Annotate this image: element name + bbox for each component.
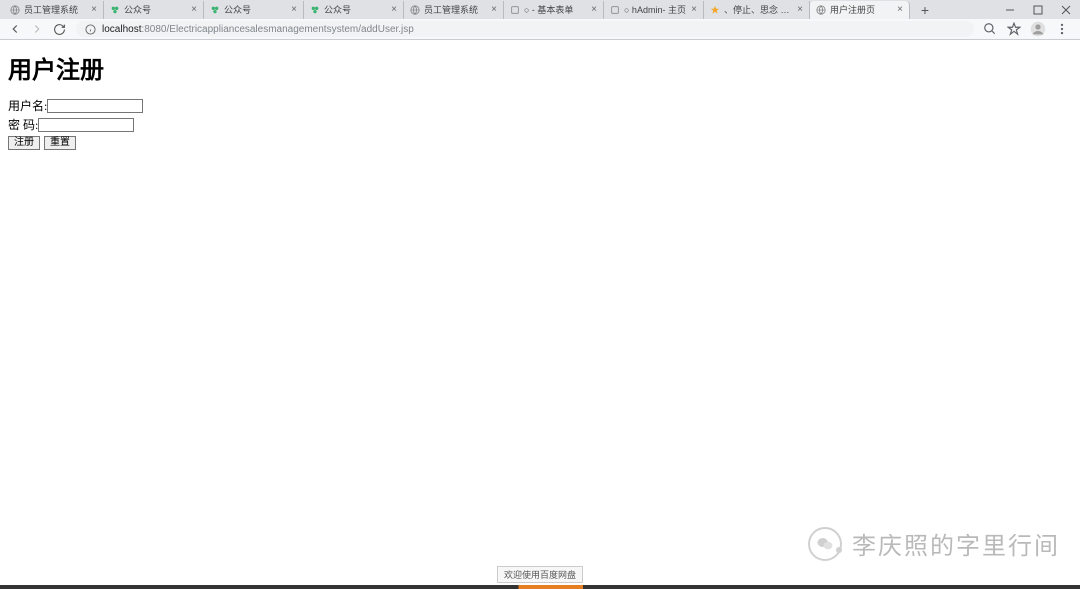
forward-button[interactable]	[28, 20, 46, 38]
baidu-icon	[210, 5, 220, 15]
tab-7[interactable]: 、停止、思念 [http:// ×	[704, 1, 810, 19]
close-icon[interactable]: ×	[795, 5, 805, 15]
tab-3[interactable]: 公众号 ×	[304, 1, 404, 19]
watermark-text: 李庆照的字里行间	[852, 526, 1060, 561]
status-tooltip: 欢迎使用百度网盘	[497, 566, 583, 583]
back-button[interactable]	[6, 20, 24, 38]
tab-strip: 员工管理系统 × 公众号 × 公众号 × 公众号 ×	[0, 0, 1080, 19]
password-row: 密 码:	[8, 116, 1072, 133]
generic-icon	[510, 5, 520, 15]
username-input[interactable]	[47, 99, 143, 113]
tab-8-active[interactable]: 用户注册页 ×	[810, 1, 910, 19]
close-icon[interactable]: ×	[489, 5, 499, 15]
tab-title: 员工管理系统	[24, 3, 86, 16]
close-icon[interactable]: ×	[389, 5, 399, 15]
url-host: localhost	[102, 24, 141, 35]
tab-5[interactable]: ○ - 基本表单 ×	[504, 1, 604, 19]
wechat-icon	[808, 527, 842, 561]
tab-title: 用户注册页	[830, 3, 892, 16]
tab-title: 公众号	[124, 3, 186, 16]
address-bar[interactable]: localhost:8080/Electricappliancesalesman…	[76, 21, 974, 37]
baidu-icon	[310, 5, 320, 15]
page-content: 用户注册 用户名: 密 码: 注册 重置	[0, 40, 1080, 160]
minimize-button[interactable]	[996, 0, 1024, 19]
menu-icon[interactable]	[1054, 21, 1070, 37]
toolbar: localhost:8080/Electricappliancesalesman…	[0, 19, 1080, 39]
close-icon[interactable]: ×	[895, 5, 905, 15]
close-icon[interactable]: ×	[89, 5, 99, 15]
tab-title: 公众号	[224, 3, 286, 16]
url-port: :8080	[141, 24, 166, 35]
url-path: /Electricappliancesalesmanagementsystem/…	[167, 24, 414, 35]
tab-4[interactable]: 员工管理系统 ×	[404, 1, 504, 19]
tab-6[interactable]: ○ hAdmin- 主页 ×	[604, 1, 704, 19]
globe-icon	[816, 5, 826, 15]
tab-1[interactable]: 公众号 ×	[104, 1, 204, 19]
close-icon[interactable]: ×	[289, 5, 299, 15]
tab-title: 公众号	[324, 3, 386, 16]
close-icon[interactable]: ×	[589, 5, 599, 15]
close-window-button[interactable]	[1052, 0, 1080, 19]
globe-icon	[410, 5, 420, 15]
username-row: 用户名:	[8, 97, 1072, 114]
baidu-icon	[110, 5, 120, 15]
register-button[interactable]: 注册	[8, 136, 40, 150]
password-label: 密 码:	[8, 116, 38, 133]
window-controls	[996, 0, 1080, 19]
site-info-icon[interactable]	[84, 23, 96, 35]
browser-chrome: 员工管理系统 × 公众号 × 公众号 × 公众号 ×	[0, 0, 1080, 40]
form-buttons: 注册 重置	[8, 136, 1072, 150]
reload-button[interactable]	[50, 20, 68, 38]
new-tab-button[interactable]: +	[916, 1, 934, 19]
maximize-button[interactable]	[1024, 0, 1052, 19]
password-input[interactable]	[38, 118, 134, 132]
tab-title: ○ - 基本表单	[524, 3, 586, 16]
star-icon	[710, 5, 720, 15]
tab-2[interactable]: 公众号 ×	[204, 1, 304, 19]
taskbar-edge	[0, 585, 1080, 589]
username-label: 用户名:	[8, 97, 47, 114]
globe-icon	[10, 5, 20, 15]
reset-button[interactable]: 重置	[44, 136, 76, 150]
profile-icon[interactable]	[1030, 21, 1046, 37]
close-icon[interactable]: ×	[689, 5, 699, 15]
tab-title: ○ hAdmin- 主页	[624, 3, 686, 16]
close-icon[interactable]: ×	[189, 5, 199, 15]
zoom-icon[interactable]	[982, 21, 998, 37]
watermark: 李庆照的字里行间	[808, 526, 1060, 561]
url-text: localhost:8080/Electricappliancesalesman…	[102, 24, 966, 35]
toolbar-right	[982, 21, 1074, 37]
tab-title: 员工管理系统	[424, 3, 486, 16]
bookmark-star-icon[interactable]	[1006, 21, 1022, 37]
tab-0[interactable]: 员工管理系统 ×	[4, 1, 104, 19]
tab-title: 、停止、思念 [http://	[724, 3, 792, 16]
generic-icon	[610, 5, 620, 15]
page-title: 用户注册	[8, 50, 1072, 85]
